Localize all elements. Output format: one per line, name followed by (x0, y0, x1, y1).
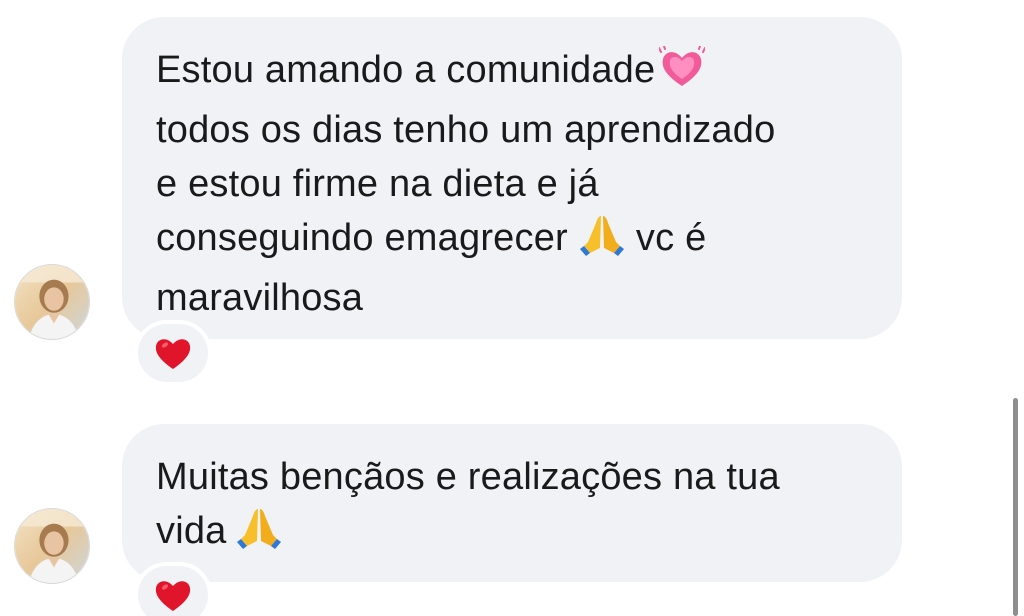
avatar[interactable] (14, 264, 90, 340)
scrollbar[interactable] (1013, 398, 1018, 616)
message-2: Muitas bençãos e realizações na tua vida (0, 400, 1024, 616)
red-heart-icon (155, 581, 191, 611)
message-text: Estou amando a comunidade todos os dias … (156, 43, 872, 325)
message-text: Muitas bençãos e realizações na tua vida (156, 450, 872, 564)
red-heart-icon (155, 339, 191, 369)
chat-screen: Estou amando a comunidade todos os dias … (0, 0, 1024, 616)
message-1: Estou amando a comunidade todos os dias … (0, 0, 1024, 400)
message-bubble[interactable]: Estou amando a comunidade todos os dias … (122, 17, 902, 339)
message-line: Muitas bençãos e realizações na tua (156, 456, 780, 498)
message-line: e estou firme na dieta e já (156, 163, 599, 205)
message-line: Estou amando a comunidade (156, 43, 872, 103)
folded-hands-icon (236, 505, 281, 564)
message-bubble[interactable]: Muitas bençãos e realizações na tua vida (122, 424, 902, 582)
avatar-photo (15, 509, 89, 583)
message-line: todos os dias tenho um aprendizado (156, 109, 776, 151)
message-line: conseguindo emagrecer vc é (156, 211, 872, 271)
reaction-badge[interactable] (134, 320, 212, 386)
growing-heart-icon (658, 45, 707, 103)
message-line: vida (156, 504, 872, 564)
avatar-photo (15, 265, 89, 339)
avatar[interactable] (14, 508, 90, 584)
message-line: maravilhosa (156, 277, 364, 319)
folded-hands-icon (579, 212, 624, 271)
reaction-badge[interactable] (134, 562, 212, 616)
